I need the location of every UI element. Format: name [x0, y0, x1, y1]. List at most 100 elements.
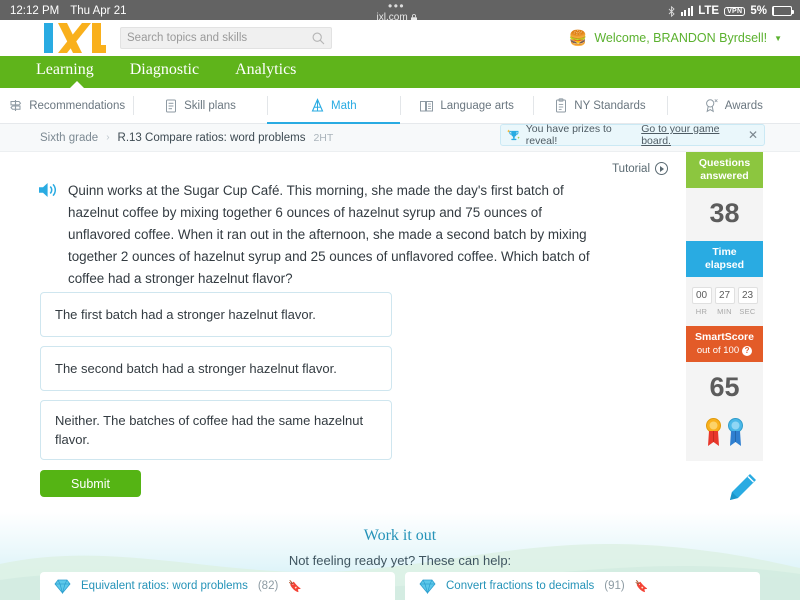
- clipboard-icon: [556, 98, 567, 113]
- vpn-badge: VPN: [724, 6, 746, 16]
- battery-icon: [771, 6, 794, 16]
- work-it-out-subtitle: Not feeling ready yet? These can help:: [288, 553, 512, 568]
- status-date: Thu Apr 21: [70, 5, 127, 17]
- question-text: Quinn works at the Sugar Cup Café. This …: [68, 183, 590, 286]
- suggested-skill-card-2[interactable]: Convert fractions to decimals (91) 🔖: [405, 572, 760, 600]
- smartscore-value: 65: [709, 372, 740, 402]
- breadcrumb-grade[interactable]: Sixth grade: [40, 132, 98, 144]
- suggested-skill-card-1[interactable]: Equivalent ratios: word problems (82) 🔖: [40, 572, 395, 600]
- smartscore-subtitle-row: out of 100 ?: [688, 344, 761, 357]
- ixl-logo-mark: [44, 23, 106, 53]
- battery-percent-label: 5%: [750, 5, 767, 17]
- diamond-icon: [54, 579, 71, 594]
- nav-item-learning[interactable]: Learning: [36, 61, 94, 79]
- answer-choice-1[interactable]: The first batch had a stronger hazelnut …: [40, 292, 392, 337]
- network-type-label: LTE: [698, 5, 720, 17]
- welcome-label: Welcome, BRANDON Byrdsell!: [594, 31, 768, 45]
- status-time: 12:12 PM: [10, 5, 60, 17]
- clock-seconds: 23 SEC: [737, 287, 758, 316]
- trophy-icon: [507, 129, 520, 140]
- hamburger-avatar-icon: 🍔: [568, 29, 588, 47]
- tutorial-label: Tutorial: [612, 162, 650, 175]
- search-placeholder: Search topics and skills: [127, 32, 248, 44]
- time-elapsed-title-1: Time: [712, 246, 737, 258]
- search-input[interactable]: Search topics and skills: [120, 27, 332, 49]
- breadcrumb-separator: ›: [106, 132, 110, 143]
- tab-ny-standards[interactable]: NY Standards: [533, 88, 666, 123]
- clock-seconds-label: SEC: [739, 307, 756, 316]
- answer-choice-3[interactable]: Neither. The batches of coffee had the s…: [40, 400, 392, 460]
- ixl-logo[interactable]: [42, 23, 106, 53]
- tab-label: Skill plans: [184, 99, 236, 112]
- diamond-icon: [419, 579, 436, 594]
- tab-label: Language arts: [440, 99, 514, 112]
- ribbon-award-icon: [705, 99, 718, 113]
- status-bar-right: LTE VPN 5%: [667, 3, 794, 19]
- submit-button[interactable]: Submit: [40, 470, 141, 497]
- smartscore-subtitle: out of 100: [696, 345, 740, 356]
- compass-icon: [311, 98, 324, 112]
- time-elapsed-header: Time elapsed: [686, 241, 763, 277]
- breadcrumb-skill: R.13 Compare ratios: word problems: [117, 131, 306, 144]
- clock-minutes-value: 27: [714, 287, 735, 304]
- tab-label: Math: [331, 99, 357, 112]
- smartscore-title: SmartScore: [695, 331, 754, 343]
- tab-recommendations[interactable]: Recommendations: [0, 88, 133, 123]
- pencil-icon[interactable]: [726, 470, 760, 504]
- suggested-skill-count: (91): [604, 580, 625, 592]
- tab-label: NY Standards: [574, 99, 646, 112]
- questions-answered-header: Questions answered: [686, 152, 763, 188]
- subject-tab-strip: Recommendations Skill plans Math Languag…: [0, 88, 800, 124]
- clock-minutes-label: MIN: [717, 307, 732, 316]
- play-circle-icon: [655, 162, 668, 175]
- screen: 12:12 PM Thu Apr 21 ••• ixl.com LTE VPN …: [0, 0, 800, 600]
- bookmark-icon[interactable]: 🔖: [288, 580, 302, 593]
- clock-hours: 00 HR: [691, 287, 712, 316]
- answer-choice-2[interactable]: The second batch had a stronger hazelnut…: [40, 346, 392, 391]
- main-nav: Learning Diagnostic Analytics: [0, 52, 800, 89]
- tab-skill-plans[interactable]: Skill plans: [133, 88, 266, 123]
- suggested-skill-label: Convert fractions to decimals: [446, 580, 595, 592]
- question-mark-icon[interactable]: ?: [742, 345, 753, 356]
- prize-text: You have prizes to reveal!: [525, 123, 612, 147]
- suggested-skill-cards: Equivalent ratios: word problems (82) 🔖 …: [0, 572, 800, 600]
- suggested-skill-count: (82): [257, 580, 279, 592]
- time-elapsed-title-2: elapsed: [704, 259, 745, 271]
- tab-language-arts[interactable]: Language arts: [399, 88, 533, 123]
- game-board-link[interactable]: Go to your game board.: [641, 123, 743, 147]
- smartscore-header: SmartScore out of 100 ?: [686, 326, 763, 362]
- questions-answered-value: 38: [709, 198, 740, 228]
- award-ribbons: [686, 415, 763, 455]
- nav-item-diagnostic[interactable]: Diagnostic: [130, 61, 199, 79]
- close-icon[interactable]: ✕: [748, 129, 758, 141]
- chevron-down-icon: ▼: [774, 33, 782, 43]
- tutorial-link[interactable]: Tutorial: [612, 162, 668, 175]
- tab-label: Recommendations: [29, 99, 126, 112]
- questions-answered-title-1: Questions: [698, 157, 751, 169]
- nav-item-analytics[interactable]: Analytics: [235, 61, 296, 79]
- clock-seconds-value: 23: [737, 287, 758, 304]
- status-bar-left: 12:12 PM Thu Apr 21: [10, 3, 127, 19]
- open-book-icon: [420, 100, 434, 111]
- questions-answered-title-2: answered: [700, 170, 749, 182]
- clock-hours-value: 00: [691, 287, 712, 304]
- clock-minutes: 27 MIN: [714, 287, 735, 316]
- user-menu[interactable]: 🍔 Welcome, BRANDON Byrdsell! ▼: [569, 31, 786, 46]
- suggested-skill-label: Equivalent ratios: word problems: [81, 580, 248, 592]
- breadcrumb-skill-code: 2HT: [313, 131, 334, 144]
- stats-rail: Questions answered 38 Time elapsed 00 HR…: [686, 152, 763, 461]
- search-icon: [312, 32, 325, 44]
- prize-notification: You have prizes to reveal! Go to your ga…: [500, 123, 765, 147]
- bookmark-icon[interactable]: 🔖: [635, 580, 649, 593]
- blue-ribbon-icon: [728, 418, 743, 446]
- gold-ribbon-icon: [706, 418, 721, 446]
- signpost-icon: [10, 100, 22, 111]
- signal-strength-icon: [680, 6, 694, 16]
- work-it-out-title: Work it out: [363, 527, 437, 544]
- speaker-icon[interactable]: [38, 181, 60, 199]
- tab-overview-dots[interactable]: •••: [377, 0, 417, 12]
- tab-awards[interactable]: Awards: [666, 88, 800, 123]
- site-header: Search topics and skills 🍔 Welcome, BRAN…: [0, 20, 800, 56]
- tab-math[interactable]: Math: [266, 88, 401, 124]
- tab-label: Awards: [724, 99, 763, 112]
